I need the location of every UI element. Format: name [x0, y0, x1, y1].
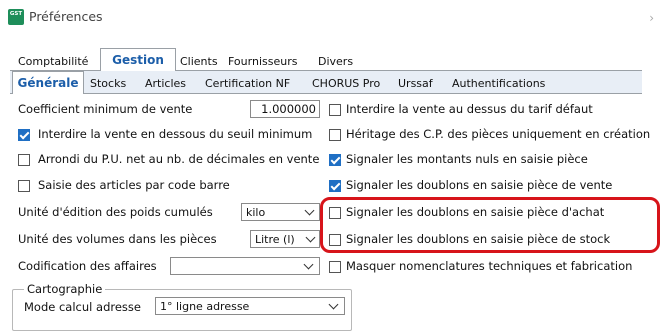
chevron-down-icon — [305, 232, 316, 243]
cartographie-title: Cartographie — [24, 282, 106, 296]
checkbox-doublons-vente[interactable] — [329, 180, 341, 192]
poids-value: kilo — [246, 206, 266, 219]
label-montants-nuls: Signaler les montants nuls en saisie piè… — [346, 152, 588, 166]
mode-calcul-label: Mode calcul adresse — [24, 300, 141, 314]
mode-calcul-value: 1° ligne adresse — [160, 300, 250, 313]
label-heritage-cp: Héritage des C.P. des pièces uniquement … — [346, 127, 651, 141]
subtab-generale[interactable]: Générale — [12, 71, 84, 94]
coef-label: Coefficient minimum de vente — [18, 102, 193, 116]
tab-gestion[interactable]: Gestion — [100, 48, 176, 71]
mode-calcul-select[interactable]: 1° ligne adresse — [155, 297, 345, 315]
tab-divers[interactable]: Divers — [318, 53, 353, 71]
coef-input[interactable]: 1.000000 — [250, 100, 320, 118]
poids-label: Unité d'édition des poids cumulés — [18, 205, 213, 219]
poids-select[interactable]: kilo — [241, 203, 320, 221]
checkbox-code-barre[interactable] — [18, 180, 30, 192]
volumes-value: Litre (l) — [255, 233, 295, 246]
volumes-label: Unité des volumes dans les pièces — [18, 232, 217, 246]
checkbox-heritage-cp[interactable] — [329, 129, 341, 141]
checkbox-interdire-seuil[interactable] — [18, 129, 30, 141]
checkbox-arrondi-pu[interactable] — [18, 154, 30, 166]
volumes-select[interactable]: Litre (l) — [250, 230, 320, 248]
checkbox-masquer-nomenclatures[interactable] — [329, 261, 341, 273]
label-arrondi-pu: Arrondi du P.U. net au nb. de décimales … — [38, 152, 320, 166]
subtab-divider — [10, 93, 642, 94]
chevron-down-icon — [304, 205, 315, 216]
subtab-authentifications[interactable]: Authentifications — [452, 76, 545, 92]
checkbox-interdire-tarif[interactable] — [329, 104, 341, 116]
highlight-annotation — [320, 197, 660, 253]
label-interdire-tarif: Interdire la vente au dessus du tarif dé… — [346, 102, 593, 116]
label-code-barre: Saisie des articles par code barre — [38, 178, 230, 192]
subtab-urssaf[interactable]: Urssaf — [398, 76, 433, 92]
affaires-select[interactable] — [170, 257, 320, 275]
checkbox-montants-nuls[interactable] — [329, 154, 341, 166]
affaires-label: Codification des affaires — [18, 259, 157, 273]
subtab-chorus-pro[interactable]: CHORUS Pro — [312, 76, 380, 92]
tab-clients[interactable]: Clients — [180, 53, 218, 71]
tab-fournisseurs[interactable]: Fournisseurs — [228, 53, 297, 71]
chevron-right-icon: › — [649, 11, 654, 25]
label-masquer-nomenclatures: Masquer nomenclatures techniques et fabr… — [346, 259, 633, 273]
window-title: Préférences — [29, 9, 103, 24]
label-doublons-vente: Signaler les doublons en saisie pièce de… — [346, 178, 613, 192]
subtab-stocks[interactable]: Stocks — [90, 76, 126, 92]
tab-comptabilite[interactable]: Comptabilité — [18, 53, 88, 71]
chevron-down-icon — [328, 299, 339, 310]
label-interdire-seuil: Interdire la vente en dessous du seuil m… — [38, 127, 313, 141]
chevron-down-icon — [303, 259, 314, 270]
app-icon: GST — [8, 9, 24, 25]
subtab-certification-nf[interactable]: Certification NF — [205, 76, 290, 92]
subtab-articles[interactable]: Articles — [145, 76, 186, 92]
